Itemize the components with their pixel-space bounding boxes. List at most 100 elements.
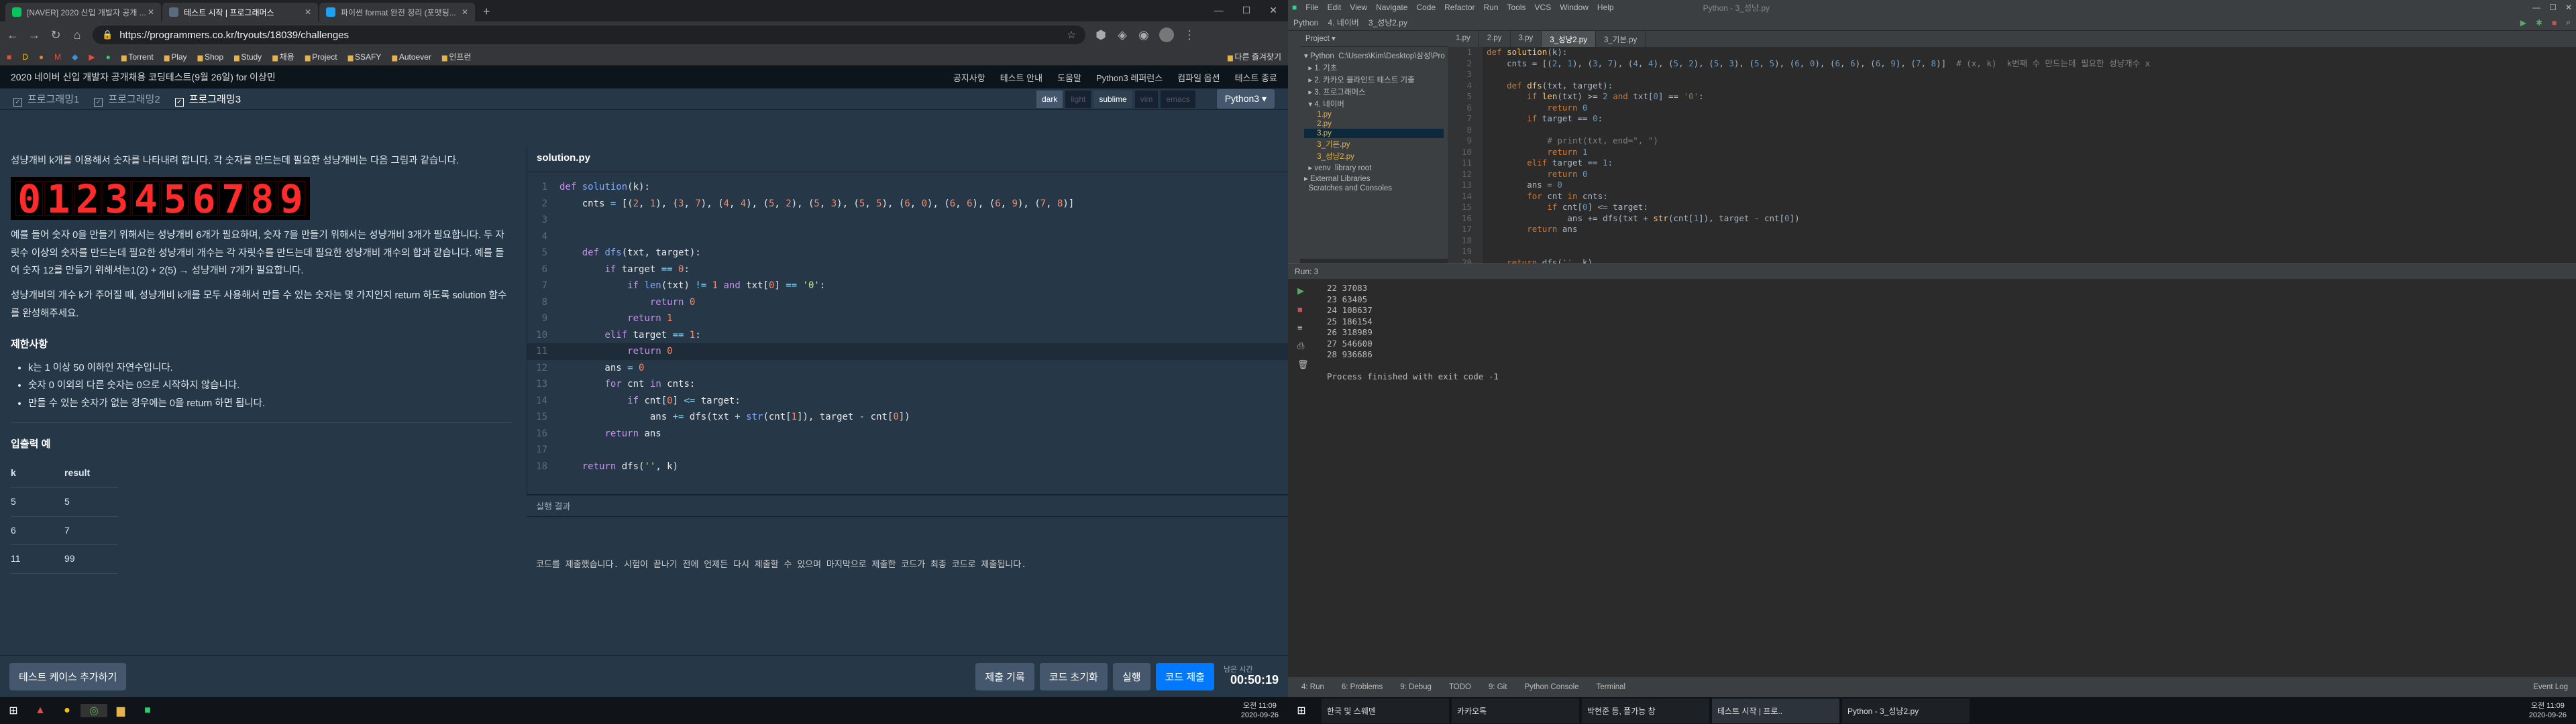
- bookmark-folder[interactable]: 인프런: [442, 51, 471, 62]
- browser-tab-programmers[interactable]: 테스트 시작 | 프로그래머스 ✕: [162, 3, 318, 21]
- taskbar-app[interactable]: 카카오톡: [1452, 698, 1579, 723]
- tool-tab[interactable]: 9: Debug: [1400, 683, 1432, 691]
- editor-tab[interactable]: 3.py: [1511, 31, 1542, 47]
- theme-emacs[interactable]: emacs: [1161, 90, 1195, 108]
- tree-item[interactable]: ▸ 2. 카카오 블라인드 테스트 기출: [1304, 74, 1444, 86]
- tool-tab[interactable]: TODO: [1449, 683, 1471, 691]
- tree-item[interactable]: ▸ 3. 프로그래머스: [1304, 86, 1444, 98]
- bookmark-folder[interactable]: Project: [305, 52, 337, 62]
- tool-tab[interactable]: 6: Problems: [1342, 683, 1383, 691]
- app-icon[interactable]: ▲: [27, 705, 54, 717]
- close-tab-icon[interactable]: ✕: [305, 7, 311, 17]
- tree-item[interactable]: ▾ Python C:\Users\Kim\Desktop\삼성\Pro: [1304, 50, 1445, 62]
- stop-icon[interactable]: ■: [1297, 304, 1309, 314]
- tool-tab[interactable]: 4: Run: [1301, 683, 1324, 691]
- editor-tab[interactable]: 2.py: [1479, 31, 1511, 47]
- tree-item[interactable]: 1.py: [1304, 110, 1444, 119]
- editor-tab[interactable]: 3_기본.py: [1596, 31, 1646, 47]
- menu-item[interactable]: Window: [1560, 3, 1589, 12]
- menu-item[interactable]: Run: [1484, 3, 1499, 12]
- bookmark-folder[interactable]: Study: [234, 52, 262, 62]
- tab-problem-2[interactable]: ✓ 프로그래밍2: [94, 92, 160, 107]
- bookmark-app-icon[interactable]: ●: [39, 52, 44, 62]
- menu-compile-options[interactable]: 컴파일 옵션: [1177, 71, 1220, 84]
- tree-item[interactable]: 3_기본.py: [1304, 138, 1444, 150]
- tree-item[interactable]: 3_성냥2.py: [1304, 150, 1444, 162]
- close-window-icon[interactable]: ✕: [2565, 3, 2572, 12]
- run-button[interactable]: 실행: [1112, 662, 1150, 690]
- menu-item[interactable]: Code: [1416, 3, 1436, 12]
- editor-tab[interactable]: 3_성냥2.py: [1542, 31, 1596, 47]
- back-icon[interactable]: ←: [7, 28, 19, 42]
- minimize-icon[interactable]: —: [2532, 3, 2540, 12]
- bookmark-app-icon[interactable]: ◆: [72, 52, 78, 62]
- maximize-icon[interactable]: ☐: [2549, 3, 2557, 12]
- bookmark-app-icon[interactable]: D: [22, 52, 28, 62]
- url-field[interactable]: 🔒 https://programmers.co.kr/tryouts/18039…: [93, 25, 1085, 44]
- minimize-icon[interactable]: —: [1214, 5, 1224, 16]
- debug-icon[interactable]: ✱: [2536, 18, 2542, 27]
- add-testcase-button[interactable]: 테스트 케이스 추가하기: [9, 662, 127, 690]
- theme-light[interactable]: light: [1065, 90, 1091, 108]
- browser-tab-naver[interactable]: [NAVER] 2020 신입 개발자 공개 ... ✕: [5, 3, 161, 21]
- bookmark-folder[interactable]: Shop: [198, 52, 223, 62]
- breadcrumb[interactable]: 3_성냥2.py: [1368, 17, 1407, 28]
- menu-item[interactable]: Refactor: [1444, 3, 1474, 12]
- pycharm-icon[interactable]: ■: [134, 705, 161, 717]
- menu-notice[interactable]: 공지사항: [953, 71, 985, 84]
- maximize-icon[interactable]: ☐: [1242, 5, 1251, 16]
- scroll-icon[interactable]: ≡: [1297, 322, 1309, 333]
- bookmark-app-icon[interactable]: ●: [106, 52, 111, 62]
- tab-problem-3[interactable]: ✓ 프로그래밍3: [174, 92, 241, 107]
- tree-item[interactable]: ▸ 1. 기초: [1304, 62, 1444, 74]
- menu-test-guide[interactable]: 테스트 안내: [1000, 71, 1042, 84]
- taskbar-app[interactable]: Python - 3_성냥2.py: [1842, 698, 1970, 723]
- run-icon[interactable]: ▶: [2520, 18, 2526, 27]
- menu-item[interactable]: Tools: [1507, 3, 1526, 12]
- breadcrumb[interactable]: Python: [1293, 18, 1318, 27]
- search-icon[interactable]: ⌕: [2566, 17, 2571, 27]
- windows-icon[interactable]: ⊞: [0, 704, 27, 717]
- menu-end-test[interactable]: 테스트 종료: [1235, 71, 1277, 84]
- bookmark-app-icon[interactable]: M: [54, 52, 61, 62]
- theme-sublime[interactable]: sublime: [1093, 90, 1132, 108]
- reload-icon[interactable]: ↻: [50, 28, 62, 42]
- language-select[interactable]: Python3 ▾: [1216, 89, 1275, 109]
- close-tab-icon[interactable]: ✕: [462, 7, 468, 17]
- bookmark-app-icon[interactable]: ■: [7, 52, 11, 62]
- home-icon[interactable]: ⌂: [71, 28, 83, 42]
- reset-code-button[interactable]: 코드 초기화: [1039, 662, 1108, 690]
- tree-item[interactable]: 3.py: [1304, 129, 1444, 138]
- rerun-icon[interactable]: ▶: [1297, 286, 1309, 296]
- bookmark-folder[interactable]: Torrent: [121, 52, 153, 62]
- extension-icon[interactable]: ⬢: [1095, 28, 1107, 42]
- tree-item[interactable]: 2.py: [1304, 119, 1444, 129]
- menu-item[interactable]: VCS: [1535, 3, 1552, 12]
- forward-icon[interactable]: →: [28, 28, 40, 42]
- code-editor[interactable]: solution.py 1 def solution(k): 2 cnts = […: [527, 145, 1288, 494]
- tree-item[interactable]: ▾ 4. 네이버: [1304, 98, 1444, 110]
- windows-icon[interactable]: ⊞: [1288, 704, 1315, 717]
- avatar[interactable]: [1159, 27, 1174, 42]
- submit-history-button[interactable]: 제출 기록: [975, 662, 1034, 690]
- menu-item[interactable]: View: [1350, 3, 1367, 12]
- bookmark-folder[interactable]: Play: [164, 52, 186, 62]
- menu-item[interactable]: Edit: [1328, 3, 1342, 12]
- bookmark-app-icon[interactable]: ▶: [89, 52, 95, 62]
- editor-tab[interactable]: 1.py: [1448, 31, 1479, 47]
- menu-help[interactable]: 도움말: [1057, 71, 1081, 84]
- bookmark-folder[interactable]: 채용: [272, 51, 294, 62]
- tree-item[interactable]: Scratches and Consoles: [1304, 184, 1444, 193]
- stop-icon[interactable]: ■: [2552, 18, 2557, 27]
- folder-icon[interactable]: ▆: [107, 704, 134, 717]
- taskbar-app[interactable]: 한국 및 스웨덴: [1322, 698, 1449, 723]
- menu-icon[interactable]: ⋮: [1183, 28, 1195, 42]
- menu-item[interactable]: Navigate: [1376, 3, 1407, 12]
- bookmark-star-icon[interactable]: ☆: [1067, 29, 1076, 41]
- close-window-icon[interactable]: ✕: [1269, 5, 1277, 16]
- chrome-icon[interactable]: ◎: [80, 704, 107, 717]
- tree-item[interactable]: ▸ External Libraries: [1304, 173, 1444, 184]
- menu-item[interactable]: Help: [1597, 3, 1614, 12]
- menu-item[interactable]: File: [1305, 3, 1318, 12]
- extension-icon[interactable]: ◈: [1116, 28, 1128, 42]
